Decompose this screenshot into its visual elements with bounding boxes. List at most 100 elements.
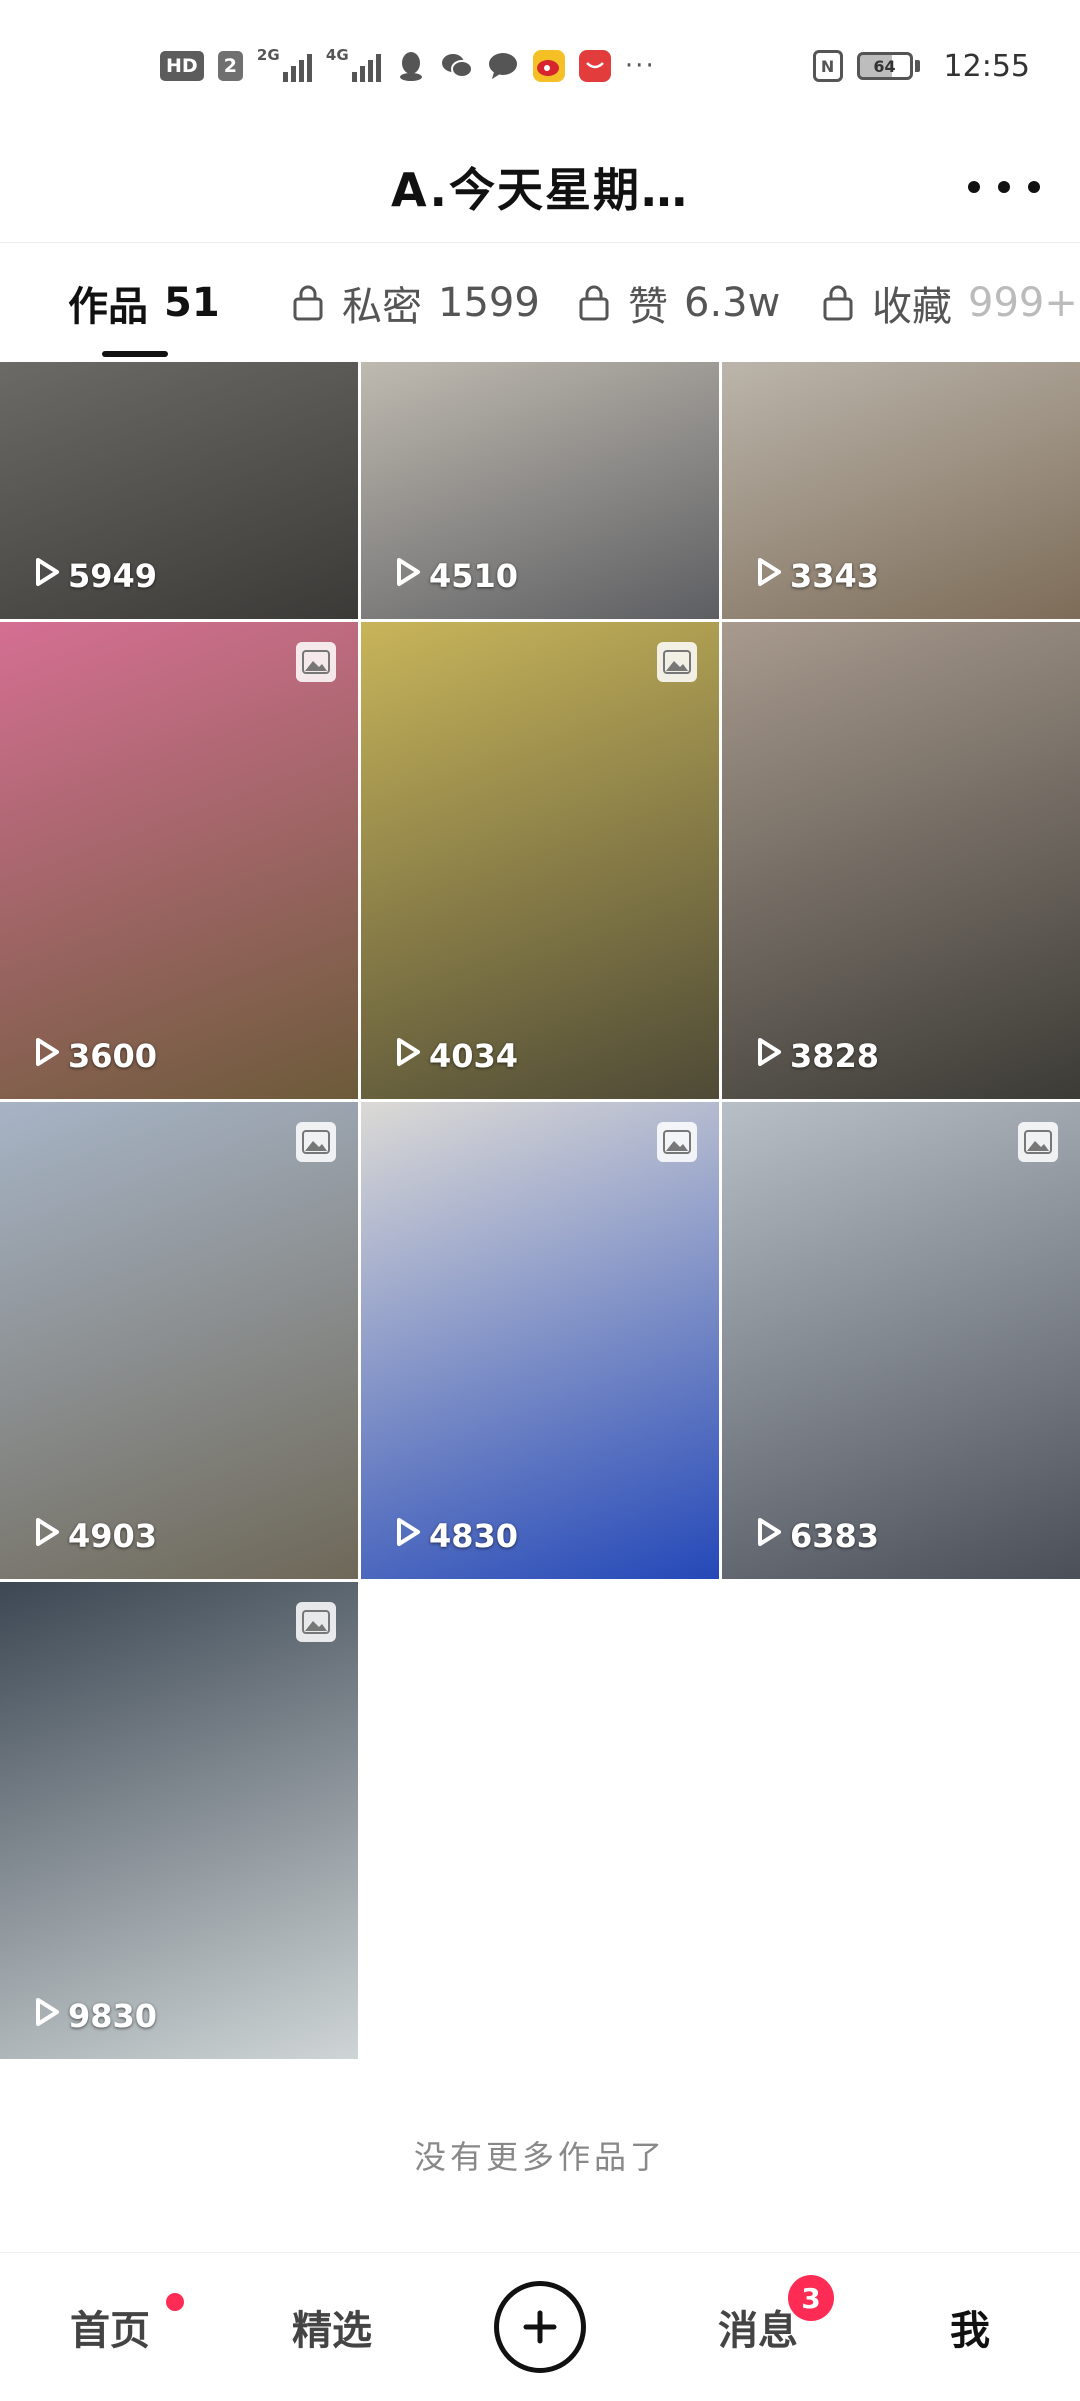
video-tile[interactable]: 3828 — [722, 622, 1080, 1099]
photo-icon — [657, 642, 697, 682]
play-icon — [395, 1517, 421, 1555]
play-count: 3343 — [756, 557, 879, 595]
active-tab-indicator — [102, 350, 168, 357]
tab-works[interactable]: 作品 51 — [0, 243, 270, 363]
play-count-value: 4510 — [429, 557, 519, 595]
play-count: 4903 — [34, 1517, 157, 1555]
play-icon — [34, 1517, 60, 1555]
sim-indicator: 2 — [217, 51, 243, 81]
profile-tabs: 作品 51 私密 1599 赞 6.3w 收藏 999+ — [0, 242, 1080, 362]
tab-works-count: 51 — [164, 279, 220, 326]
play-count-value: 3828 — [790, 1037, 880, 1075]
play-icon — [34, 1037, 60, 1075]
status-left: HD 2 2G 4G ··· — [160, 46, 656, 82]
play-count: 4034 — [395, 1037, 518, 1075]
play-icon — [34, 1997, 60, 2035]
play-count-value: 5949 — [68, 557, 158, 595]
notification-dot — [166, 2293, 184, 2311]
video-tile[interactable]: 5949 — [0, 362, 358, 619]
signal-4g-icon: 4G — [326, 46, 381, 82]
clock: 12:55 — [943, 48, 1030, 84]
video-tile[interactable]: 6383 — [722, 1102, 1080, 1579]
photo-icon — [296, 1602, 336, 1642]
battery-level: 64 — [856, 52, 913, 80]
more-dots-icon: ··· — [624, 51, 656, 81]
play-count-value: 4034 — [429, 1037, 519, 1075]
play-icon — [756, 1517, 782, 1555]
huawei-icon — [578, 50, 611, 82]
lock-icon — [578, 284, 610, 322]
message-icon — [487, 50, 519, 82]
no-more-works-text: 没有更多作品了 — [413, 2138, 666, 2176]
battery-icon: 64 — [856, 52, 920, 80]
bottom-nav: 首页 精选 消息 3 我 — [0, 2252, 1080, 2400]
play-count-value: 6383 — [790, 1517, 880, 1555]
plus-circle-icon — [494, 2281, 586, 2373]
photo-icon — [296, 642, 336, 682]
nav-home-label: 首页 — [70, 2308, 150, 2354]
more-dots-icon — [968, 181, 980, 193]
tab-private-count: 1599 — [438, 279, 540, 326]
play-count-value: 3600 — [68, 1037, 158, 1075]
tab-favorites-label: 收藏 — [872, 283, 952, 330]
more-options-button[interactable] — [968, 162, 1040, 212]
hd-indicator: HD — [160, 51, 204, 81]
tab-favorites-count: 999+ — [968, 279, 1078, 326]
photo-icon — [296, 1122, 336, 1162]
status-bar: HD 2 2G 4G ··· N 64 12:55 — [0, 0, 1080, 132]
play-count: 3828 — [756, 1037, 879, 1075]
play-count-value: 4830 — [429, 1517, 519, 1555]
wechat-icon — [441, 50, 473, 82]
play-count: 4830 — [395, 1517, 518, 1555]
nav-me-label: 我 — [950, 2308, 990, 2354]
net-4g-label: 4G — [325, 46, 349, 64]
video-tile[interactable]: 4034 — [361, 622, 719, 1099]
video-tile[interactable]: 9830 — [0, 1582, 358, 2059]
play-count: 3600 — [34, 1037, 157, 1075]
photo-icon — [657, 1122, 697, 1162]
tab-works-label: 作品 — [68, 283, 148, 330]
play-icon — [756, 1037, 782, 1075]
nav-messages-label: 消息 — [718, 2308, 798, 2354]
video-tile[interactable]: 4903 — [0, 1102, 358, 1579]
video-tile[interactable]: 3343 — [722, 362, 1080, 619]
qq-icon — [395, 50, 427, 82]
photo-icon — [1018, 1122, 1058, 1162]
nav-me[interactable]: 我 — [910, 2253, 1030, 2401]
create-button[interactable] — [490, 2253, 590, 2401]
nav-featured[interactable]: 精选 — [262, 2253, 402, 2401]
video-tile[interactable]: 4830 — [361, 1102, 719, 1579]
profile-header: A.今天星期… — [0, 132, 1080, 242]
play-count-value: 3343 — [790, 557, 880, 595]
nav-home[interactable]: 首页 — [40, 2253, 184, 2401]
play-icon — [34, 557, 60, 595]
tab-likes-count: 6.3w — [684, 279, 781, 326]
tab-private-label: 私密 — [342, 283, 422, 330]
signal-2g-icon: 2G — [257, 46, 312, 82]
page-title: A.今天星期… — [391, 163, 689, 217]
video-tile[interactable]: 4510 — [361, 362, 719, 619]
weibo-icon — [532, 50, 565, 82]
play-count: 9830 — [34, 1997, 157, 2035]
lock-icon — [292, 284, 324, 322]
play-count: 5949 — [34, 557, 157, 595]
play-count: 4510 — [395, 557, 518, 595]
nav-messages[interactable]: 消息 3 — [688, 2253, 834, 2401]
net-2g-label: 2G — [256, 46, 280, 64]
tab-private[interactable]: 私密 1599 — [270, 243, 560, 363]
nfc-icon: N — [812, 50, 843, 82]
lock-icon — [822, 284, 854, 322]
tab-favorites[interactable]: 收藏 999+ — [810, 243, 1080, 363]
play-icon — [756, 557, 782, 595]
nav-featured-label: 精选 — [292, 2308, 372, 2354]
play-count-value: 4903 — [68, 1517, 158, 1555]
status-right: N 64 12:55 — [812, 48, 1030, 84]
play-count-value: 9830 — [68, 1997, 158, 2035]
play-count: 6383 — [756, 1517, 879, 1555]
video-tile[interactable]: 3600 — [0, 622, 358, 1099]
tab-likes[interactable]: 赞 6.3w — [560, 243, 810, 363]
play-icon — [395, 1037, 421, 1075]
tab-likes-label: 赞 — [628, 283, 668, 330]
messages-badge: 3 — [788, 2275, 834, 2321]
play-icon — [395, 557, 421, 595]
